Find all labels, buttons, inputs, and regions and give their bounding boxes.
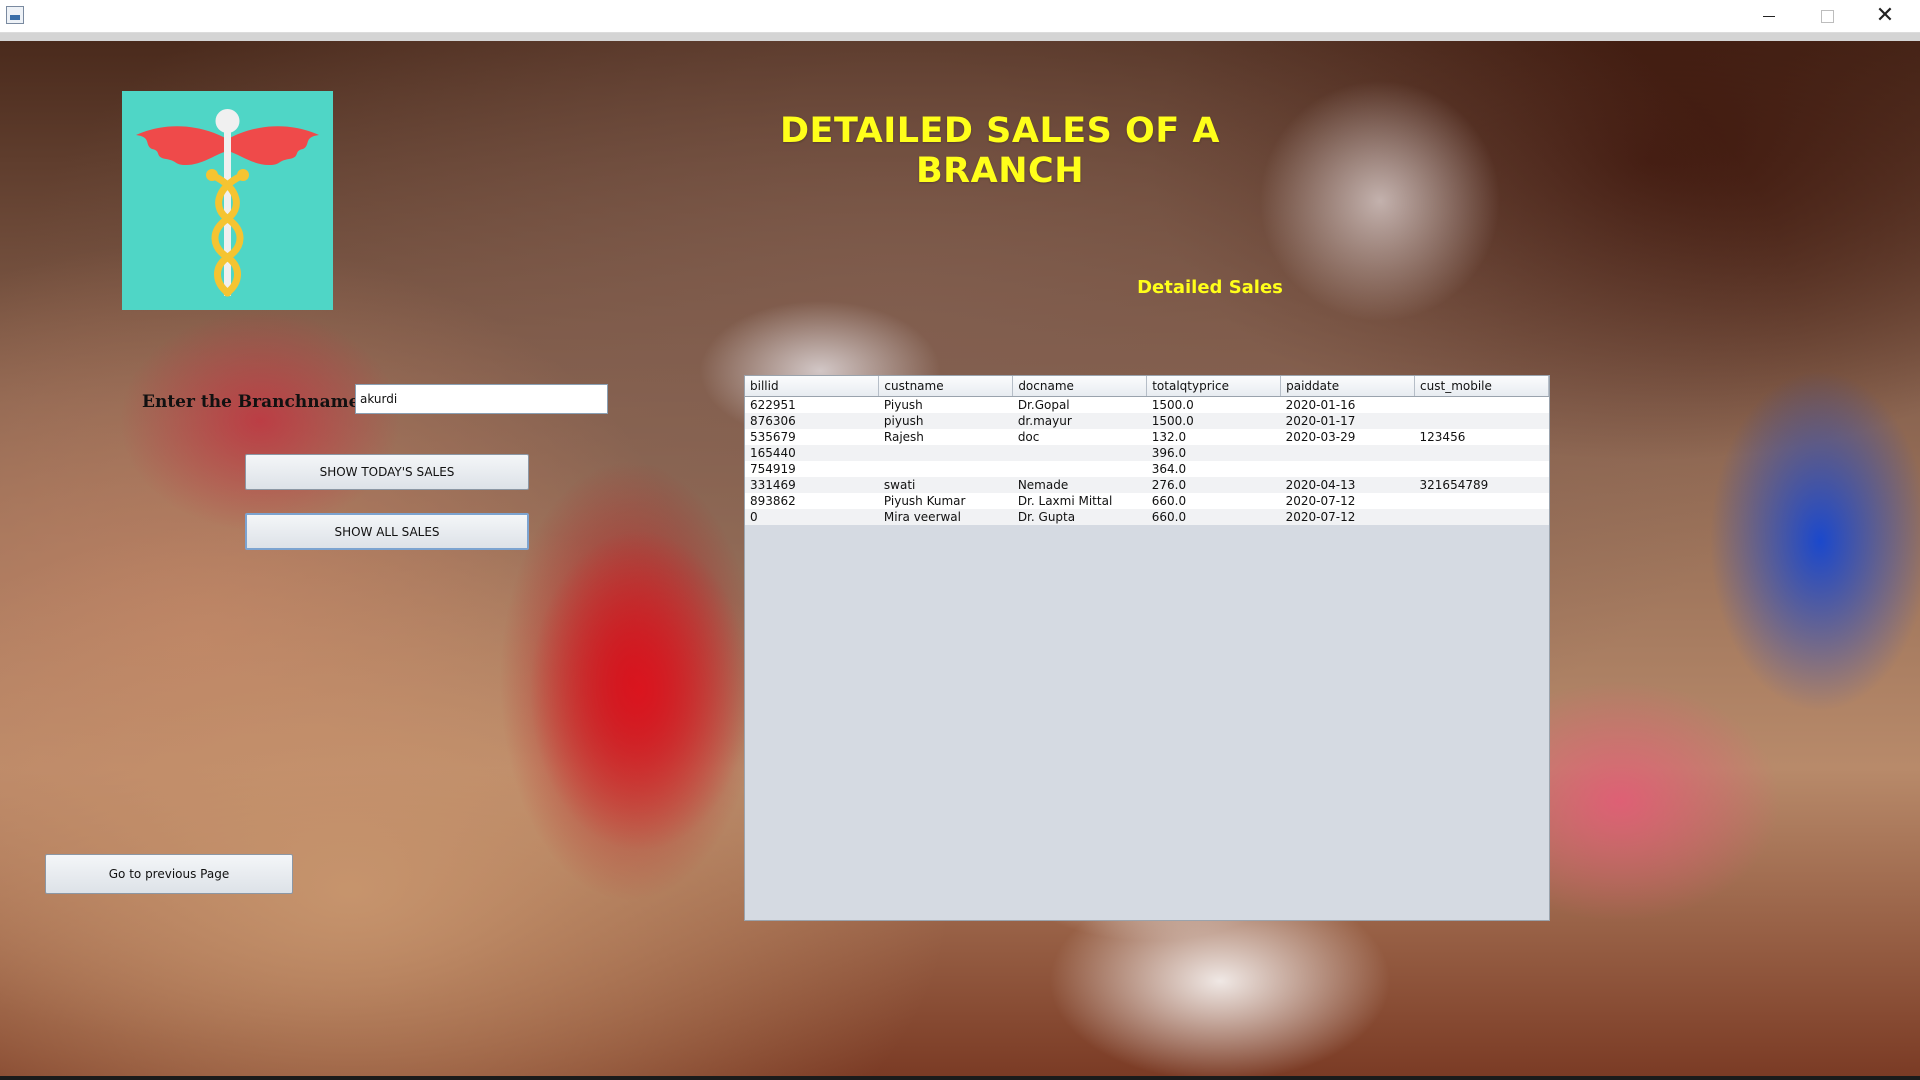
table-row[interactable]: 754919 364.0 <box>745 461 1549 477</box>
maximize-icon <box>1820 9 1834 23</box>
taskbar-edge <box>0 1076 1920 1080</box>
table-cell-cust-mobile[interactable] <box>1415 397 1549 414</box>
table-cell-cust-mobile[interactable]: 123456 <box>1415 429 1549 445</box>
table-cell-cust-mobile[interactable] <box>1415 461 1549 477</box>
table-row[interactable]: 165440 396.0 <box>745 445 1549 461</box>
table-cell-paiddate[interactable] <box>1281 461 1415 477</box>
table-header-row: billid custname docname totalqtyprice pa… <box>745 376 1549 397</box>
main-panel: DETAILED SALES OF A BRANCH Detailed Sale… <box>0 41 1920 1080</box>
column-header-totalqtyprice[interactable]: totalqtyprice <box>1146 376 1282 397</box>
table-cell-custname[interactable]: Piyush Kumar <box>879 493 1013 509</box>
table-cell-custname[interactable]: piyush <box>879 413 1013 429</box>
table-cell-billid[interactable]: 876306 <box>745 413 879 429</box>
sales-table-panel[interactable]: billid custname docname totalqtyprice pa… <box>744 375 1550 921</box>
table-cell-paiddate[interactable]: 2020-07-12 <box>1281 509 1415 525</box>
table-cell-docname[interactable]: Nemade <box>1013 477 1147 493</box>
table-cell-docname[interactable] <box>1013 445 1147 461</box>
table-row[interactable]: 893862 Piyush Kumar Dr. Laxmi Mittal 660.0 2… <box>745 493 1549 509</box>
table-row[interactable]: 876306 piyush dr.mayur 1500.0 2020-01-17 <box>745 413 1549 429</box>
table-cell-docname[interactable]: Dr. Gupta <box>1013 509 1147 525</box>
show-todays-sales-button[interactable]: SHOW TODAY'S SALES <box>245 454 529 490</box>
table-cell-billid[interactable]: 165440 <box>745 445 879 461</box>
column-header-cust-mobile[interactable]: cust_mobile <box>1414 376 1549 397</box>
table-cell-totalqtyprice[interactable]: 276.0 <box>1147 477 1281 493</box>
window-titlebar: ✕ <box>0 0 1920 33</box>
table-cell-paiddate[interactable]: 2020-03-29 <box>1281 429 1415 445</box>
table-cell-docname[interactable] <box>1013 461 1147 477</box>
table-body: 622951 Piyush Dr.Gopal 1500.0 2020-01-16 8763… <box>745 396 1549 525</box>
table-row[interactable]: 622951 Piyush Dr.Gopal 1500.0 2020-01-16 <box>745 396 1549 414</box>
table-cell-cust-mobile[interactable] <box>1415 413 1549 429</box>
table-row[interactable]: 0 Mira veerwal Dr. Gupta 660.0 2020-07-12 <box>745 509 1549 525</box>
table-cell-totalqtyprice[interactable]: 364.0 <box>1147 461 1281 477</box>
table-cell-billid[interactable]: 754919 <box>745 461 879 477</box>
table-cell-paiddate[interactable]: 2020-07-12 <box>1281 493 1415 509</box>
table-cell-billid[interactable]: 0 <box>745 509 879 525</box>
table-cell-docname[interactable]: Dr. Laxmi Mittal <box>1013 493 1147 509</box>
titlebar-divider <box>0 33 1920 41</box>
column-header-billid[interactable]: billid <box>745 376 880 397</box>
page-title: DETAILED SALES OF A BRANCH <box>779 111 1220 191</box>
section-title: Detailed Sales <box>1137 277 1283 298</box>
close-button[interactable]: ✕ <box>1856 0 1914 32</box>
table-cell-cust-mobile[interactable] <box>1415 509 1549 525</box>
table-cell-totalqtyprice[interactable]: 660.0 <box>1147 493 1281 509</box>
table-row[interactable]: 535679 Rajesh doc 132.0 2020-03-29 123456 <box>745 429 1549 445</box>
maximize-button[interactable] <box>1798 0 1856 32</box>
column-header-custname[interactable]: custname <box>878 376 1014 397</box>
table-cell-custname[interactable]: Rajesh <box>879 429 1013 445</box>
column-header-docname[interactable]: docname <box>1012 376 1148 397</box>
table-cell-paiddate[interactable]: 2020-04-13 <box>1281 477 1415 493</box>
close-icon: ✕ <box>1875 3 1895 28</box>
table-cell-paiddate[interactable]: 2020-01-16 <box>1281 397 1415 414</box>
table-cell-paiddate[interactable] <box>1281 445 1415 461</box>
java-app-icon <box>6 6 24 24</box>
table-cell-cust-mobile[interactable]: 321654789 <box>1415 477 1549 493</box>
minimize-icon <box>1763 15 1775 17</box>
table-cell-totalqtyprice[interactable]: 1500.0 <box>1147 397 1281 414</box>
previous-page-button[interactable]: Go to previous Page <box>45 854 293 894</box>
table-cell-custname[interactable] <box>879 461 1013 477</box>
table-cell-docname[interactable]: doc <box>1013 429 1147 445</box>
table-row[interactable]: 331469 swati Nemade 276.0 2020-04-13 32165478… <box>745 477 1549 493</box>
table-cell-totalqtyprice[interactable]: 1500.0 <box>1147 413 1281 429</box>
table-cell-docname[interactable]: Dr.Gopal <box>1013 397 1147 414</box>
table-cell-totalqtyprice[interactable]: 660.0 <box>1147 509 1281 525</box>
branch-name-input[interactable] <box>355 384 608 414</box>
branch-label: Enter the Branchname : <box>142 392 372 412</box>
table-cell-billid[interactable]: 535679 <box>745 429 879 445</box>
table-cell-billid[interactable]: 893862 <box>745 493 879 509</box>
table-cell-totalqtyprice[interactable]: 396.0 <box>1147 445 1281 461</box>
minimize-button[interactable] <box>1740 0 1798 32</box>
table-cell-totalqtyprice[interactable]: 132.0 <box>1147 429 1281 445</box>
table-cell-cust-mobile[interactable] <box>1415 445 1549 461</box>
table-cell-custname[interactable] <box>879 445 1013 461</box>
table-cell-cust-mobile[interactable] <box>1415 493 1549 509</box>
table-cell-docname[interactable]: dr.mayur <box>1013 413 1147 429</box>
show-all-sales-button[interactable]: SHOW ALL SALES <box>245 513 529 550</box>
logo <box>122 91 333 310</box>
table-cell-custname[interactable]: Piyush <box>879 397 1013 414</box>
caduceus-icon <box>136 109 319 297</box>
column-header-paiddate[interactable]: paiddate <box>1280 376 1416 397</box>
table-cell-custname[interactable]: swati <box>879 477 1013 493</box>
sales-table: billid custname docname totalqtyprice pa… <box>745 376 1549 525</box>
table-cell-billid[interactable]: 622951 <box>745 397 879 414</box>
table-cell-paiddate[interactable]: 2020-01-17 <box>1281 413 1415 429</box>
table-cell-billid[interactable]: 331469 <box>745 477 879 493</box>
table-cell-custname[interactable]: Mira veerwal <box>879 509 1013 525</box>
